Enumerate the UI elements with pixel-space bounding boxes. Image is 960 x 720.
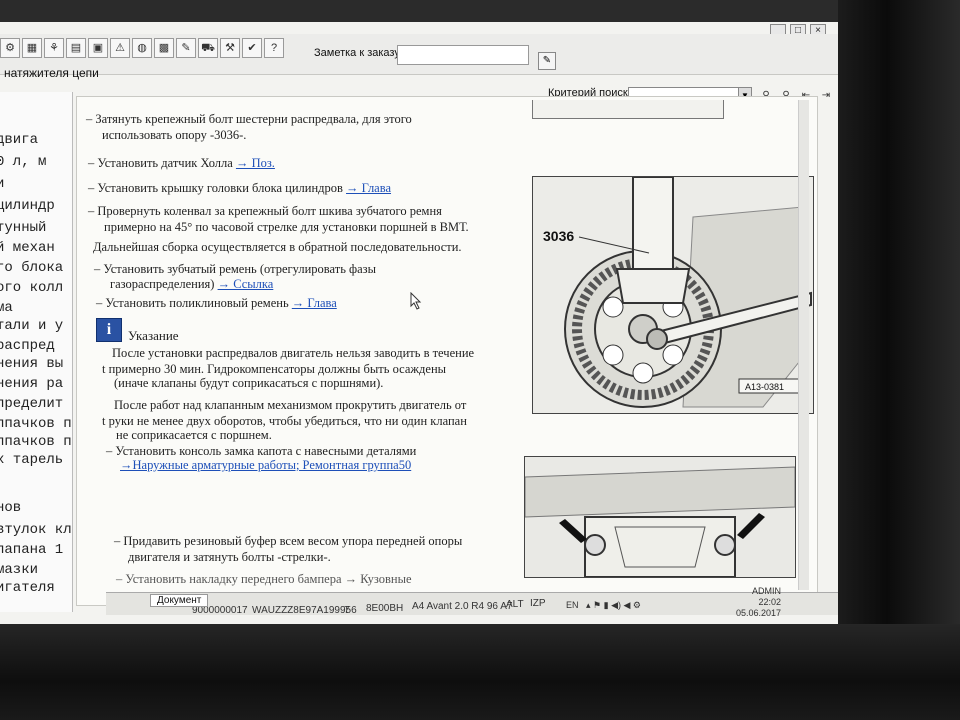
mouse-cursor-icon	[410, 292, 422, 310]
nav-line[interactable]: 0 л, м	[0, 154, 46, 170]
poly-v-belt-link[interactable]: → Глава	[292, 296, 337, 310]
alert-icon[interactable]: ⚠	[110, 38, 130, 58]
monitor-screen: _ □ × ⚙ ▦ ⚘ ▤ ▣ ⚠ ◍ ▩ ✎ ⛟ ⚒ ✔ ? Заметка …	[0, 0, 838, 624]
engine-code: 8E00BH	[366, 603, 404, 614]
nav-line[interactable]: игателя	[0, 580, 55, 596]
step-text: использовать опору -3036-.	[102, 128, 247, 142]
step-text: →Наружные арматурные работы; Ремонтная г…	[120, 458, 411, 473]
nav-line[interactable]: лапана 1 сл	[0, 542, 72, 558]
step-text: газораспределения) → Ссылка	[110, 277, 274, 291]
note-text: (иначе клапаны будут соприкасаться с пор…	[114, 376, 384, 390]
nav-line[interactable]: и	[0, 176, 4, 192]
hood-lock-link[interactable]: →Наружные арматурные работы; Ремонтная г…	[120, 458, 411, 472]
nav-line[interactable]: нов	[0, 500, 21, 516]
nav-line[interactable]: двига	[0, 132, 38, 148]
nav-line[interactable]: нения ра	[0, 376, 63, 392]
status-field: IZP	[530, 598, 546, 609]
nav-line[interactable]: ма	[0, 300, 13, 316]
step-text: – Установить датчик Холла → Поз.	[88, 156, 275, 170]
order-note-label: Заметка к заказу:	[314, 47, 403, 59]
monitor-bezel-bottom	[0, 624, 960, 720]
tool-icon-2[interactable]: ▦	[22, 38, 42, 58]
document-icon[interactable]: ▣	[88, 38, 108, 58]
order-note-input[interactable]	[397, 45, 529, 65]
nav-line[interactable]: лпачков п	[0, 416, 72, 432]
nav-line[interactable]: распред	[0, 338, 55, 354]
nav-line[interactable]: тунный	[0, 220, 46, 236]
hall-sensor-link[interactable]: → Поз.	[236, 156, 275, 170]
help-icon[interactable]: ?	[264, 38, 284, 58]
note-text: t примерно 30 мин. Гидрокомпенсаторы дол…	[102, 362, 447, 376]
engine-mount-figure	[524, 456, 796, 578]
previous-figure-edge	[532, 100, 724, 119]
wrench-icon[interactable]: ✎	[176, 38, 196, 58]
book-icon[interactable]: ▤	[66, 38, 86, 58]
nav-line[interactable]: лпачков п	[0, 434, 72, 450]
figure-id-label: A13-0381	[745, 382, 784, 392]
car-icon[interactable]: ⛟	[198, 38, 218, 58]
timing-link[interactable]: → Ссылка	[218, 277, 274, 291]
cylinder-head-link[interactable]: → Глава	[346, 181, 391, 195]
checklist-icon[interactable]: ✔	[242, 38, 262, 58]
step-text: – Затянуть крепежный болт шестерни распр…	[86, 112, 412, 126]
breadcrumb: натяжителя цепи	[4, 66, 99, 80]
note-text: не соприкасается с поршнем.	[116, 428, 272, 442]
step-text: – Провернуть коленвал за крепежный болт …	[88, 204, 442, 218]
vin-number: WAUZZZ8E97A199956	[252, 605, 357, 616]
tray-icons[interactable]: ▴ ⚑ ▮ ◀) ◀ ⚙	[586, 600, 641, 610]
search-clear-icon[interactable]: ⇥	[818, 89, 834, 103]
system-clock[interactable]: ADMIN 22:02 05.06.2017	[736, 586, 781, 619]
status-field: 7	[344, 605, 350, 616]
nav-line[interactable]: х тарель	[0, 452, 63, 468]
engine-mount-illustration	[525, 457, 795, 577]
camshaft-figure: 3036 A13-0381	[532, 176, 814, 414]
note-text: После работ над клапанным механизмом про…	[114, 398, 467, 412]
window-title-strip	[0, 0, 838, 22]
tool-callout-label: 3036	[543, 228, 574, 244]
nav-line[interactable]: нения вы	[0, 356, 63, 372]
tool-icon-3[interactable]: ⚘	[44, 38, 64, 58]
note-text: После установки распредвалов двигатель н…	[112, 346, 475, 360]
paragraph-text: Дальнейшая сборка осуществляется в обрат…	[93, 240, 462, 254]
note-text: t руки не менее двух оборотов, чтобы убе…	[102, 414, 467, 428]
step-text: примерно на 45° по часовой стрелке для у…	[104, 220, 469, 234]
step-text: – Установить поликлиновый ремень → Глава	[96, 296, 337, 310]
globe-icon[interactable]: ◍	[132, 38, 152, 58]
document-tab[interactable]: Документ	[150, 594, 209, 607]
clock-time: 22:02	[758, 597, 782, 607]
language-indicator[interactable]: EN	[566, 600, 579, 610]
vehicle-model: A4 Avant 2.0 R4 96 A7	[412, 601, 513, 612]
nav-line[interactable]: го блока	[0, 260, 63, 276]
step-text: – Установить зубчатый ремень (отрегулиро…	[94, 262, 377, 276]
admin-label: ADMIN	[752, 586, 782, 596]
step-text: двигателя и затянуть болты -стрелки-.	[128, 550, 331, 564]
nav-line[interactable]: ого колл	[0, 280, 63, 296]
nav-line[interactable]: тали и у	[0, 318, 63, 334]
step-text: – Установить консоль замка капота с наве…	[106, 444, 417, 458]
note-edit-icon[interactable]: ✎	[538, 52, 556, 70]
step-text: – Установить крышку головки блока цилинд…	[88, 181, 392, 195]
step-text: – Придавить резиновый буфер всем весом у…	[114, 534, 463, 548]
nav-line[interactable]: мазки	[0, 562, 38, 578]
status-bar: 9000000017 WAUZZZ8E97A199956 7 8E00BH A4…	[106, 592, 838, 616]
engine-icon[interactable]: ▩	[154, 38, 174, 58]
camshaft-illustration: 3036 A13-0381	[533, 177, 813, 413]
step-text: – Установить накладку переднего бампера …	[116, 572, 412, 586]
document-scrollbar[interactable]	[798, 100, 809, 590]
nav-line[interactable]: цилиндр	[0, 198, 55, 214]
nav-line[interactable]: пределит	[0, 396, 63, 412]
status-field: ALT	[506, 599, 524, 610]
monitor-bezel-right	[838, 0, 960, 720]
nav-line[interactable]: й механ	[0, 240, 55, 256]
car-service-icon[interactable]: ⚒	[220, 38, 240, 58]
clock-date: 05.06.2017	[736, 608, 782, 618]
left-navigation-pane[interactable]: двига 0 л, м и цилиндр тунный й механ го…	[0, 92, 73, 612]
nav-line[interactable]: втулок кл	[0, 522, 72, 538]
system-tray: EN ▴ ⚑ ▮ ◀) ◀ ⚙	[566, 600, 641, 611]
tool-icon-1[interactable]: ⚙	[0, 38, 20, 58]
note-title: Указание	[128, 328, 179, 343]
info-icon: i	[96, 318, 122, 342]
